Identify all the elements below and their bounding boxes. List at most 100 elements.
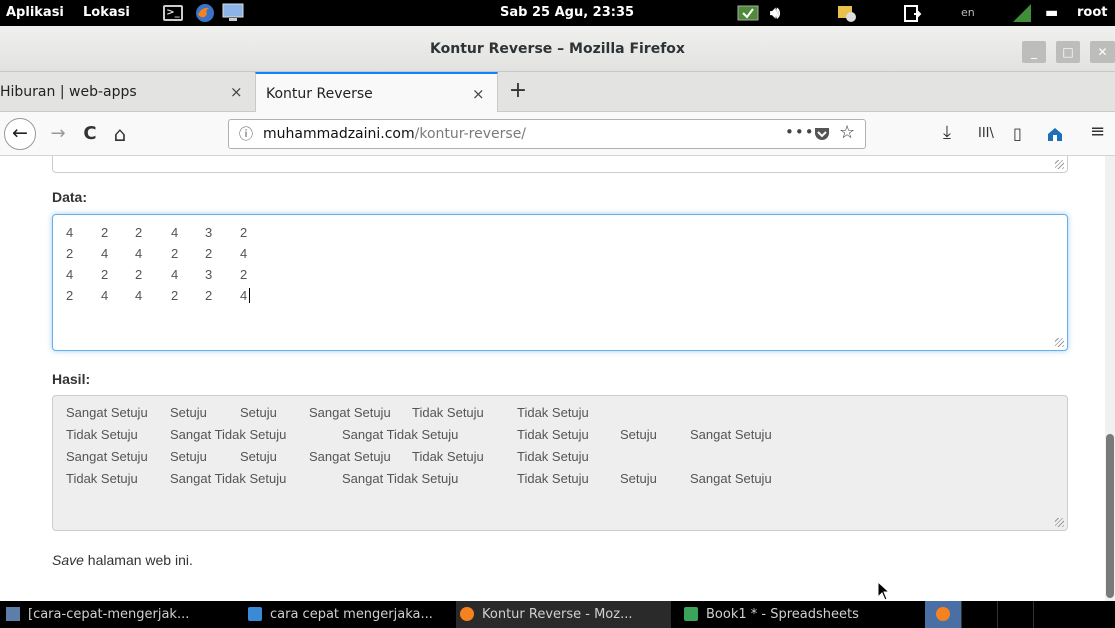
network-icon[interactable] xyxy=(737,5,759,21)
data-label: Data: xyxy=(52,189,88,205)
page-actions-button[interactable]: ••• xyxy=(785,123,815,141)
hasil-value: Setuju xyxy=(620,471,657,486)
data-value: 3 xyxy=(205,225,213,240)
signal-icon[interactable] xyxy=(1011,3,1033,23)
hasil-value: Sangat Tidak Setuju xyxy=(170,427,287,442)
data-value: 4 xyxy=(101,246,109,261)
user-name[interactable]: root xyxy=(1077,0,1108,26)
home-button[interactable]: ⌂ xyxy=(106,120,134,148)
clipboard-icon[interactable] xyxy=(902,3,922,23)
hasil-value: Sangat Setuju xyxy=(309,449,391,464)
taskbar-item-label: cara cepat mengerjaka... xyxy=(270,607,433,622)
taskbar-item-firefox[interactable]: Kontur Reverse - Moz... xyxy=(456,601,671,628)
workspace-switcher[interactable] xyxy=(925,601,961,628)
extension-icon[interactable] xyxy=(1046,125,1064,143)
close-tab-icon[interactable]: × xyxy=(472,74,485,114)
places-menu[interactable]: Lokasi xyxy=(83,0,130,26)
hasil-value: Tidak Setuju xyxy=(517,427,589,442)
applications-menu[interactable]: Aplikasi xyxy=(6,0,64,26)
close-window-button[interactable]: ✕ xyxy=(1090,41,1115,63)
url-domain: muhammadzaini.com xyxy=(263,126,415,142)
url-bar[interactable]: ⓘ muhammadzaini.com/kontur-reverse/ ••• … xyxy=(228,119,866,149)
maximize-button[interactable]: □ xyxy=(1056,41,1080,63)
hasil-label: Hasil: xyxy=(52,371,91,387)
bookmark-star-icon[interactable]: ☆ xyxy=(839,122,855,143)
data-value: 4 xyxy=(171,225,179,240)
hasil-value: Sangat Tidak Setuju xyxy=(342,427,459,442)
data-value: 2 xyxy=(66,288,74,303)
hasil-textarea[interactable]: Sangat Setuju Setuju Setuju Sangat Setuj… xyxy=(52,395,1068,531)
hasil-value: Tidak Setuju xyxy=(517,449,589,464)
taskbar-item-writer[interactable]: cara cepat mengerjaka... xyxy=(248,601,448,628)
workspace-4[interactable] xyxy=(1033,601,1069,628)
hasil-value: Sangat Setuju xyxy=(690,427,772,442)
taskbar-item-label: Kontur Reverse - Moz... xyxy=(482,607,633,622)
hamburger-menu-icon[interactable]: ≡ xyxy=(1090,121,1105,142)
back-button[interactable]: ← xyxy=(4,118,36,150)
terminal-icon[interactable]: >_ xyxy=(163,5,183,21)
data-textarea[interactable]: 4 2 2 4 3 2 2 4 4 2 2 4 4 2 2 4 3 2 2 4 … xyxy=(52,214,1068,351)
minimize-button[interactable]: _ xyxy=(1022,41,1046,63)
sidebar-icon[interactable]: ▯ xyxy=(1013,124,1022,143)
workspace-3[interactable] xyxy=(997,601,1033,628)
data-value: 2 xyxy=(205,288,213,303)
hasil-value: Sangat Setuju xyxy=(66,405,148,420)
close-tab-icon[interactable]: × xyxy=(230,72,243,112)
display-icon[interactable] xyxy=(222,3,244,23)
hasil-value: Tidak Setuju xyxy=(412,405,484,420)
tab-strip: Hiburan | web-apps × Kontur Reverse × + xyxy=(0,72,1115,113)
keyboard-layout-indicator[interactable]: en xyxy=(961,0,975,26)
tab-kontur-reverse[interactable]: Kontur Reverse × xyxy=(255,72,498,113)
previous-textarea[interactable] xyxy=(52,156,1068,173)
library-icon[interactable]: III\ xyxy=(978,126,994,141)
hasil-value: Setuju xyxy=(170,405,207,420)
hasil-value: Sangat Tidak Setuju xyxy=(342,471,459,486)
save-note-text: halaman web ini. xyxy=(83,552,193,568)
resize-grip-icon[interactable] xyxy=(1055,160,1064,169)
save-emphasis: Save xyxy=(52,552,84,568)
data-value: 2 xyxy=(171,288,179,303)
firefox-launcher-icon[interactable] xyxy=(195,3,215,23)
user-chat-icon[interactable]: ▬ xyxy=(1045,0,1058,26)
bottom-taskbar: [cara-cepat-mengerjak... cara cepat meng… xyxy=(0,601,1115,628)
tab-label: Kontur Reverse xyxy=(266,86,373,102)
hasil-value: Setuju xyxy=(240,449,277,464)
window-titlebar[interactable]: Kontur Reverse – Mozilla Firefox _ □ ✕ xyxy=(0,26,1115,72)
data-value: 2 xyxy=(205,246,213,261)
window-title: Kontur Reverse – Mozilla Firefox xyxy=(430,41,685,57)
hasil-value: Tidak Setuju xyxy=(412,449,484,464)
hasil-value: Sangat Setuju xyxy=(309,405,391,420)
taskbar-item-file-manager[interactable]: [cara-cepat-mengerjak... xyxy=(6,601,241,628)
workspace-2[interactable] xyxy=(961,601,997,628)
firefox-icon xyxy=(936,607,950,621)
downloads-icon[interactable]: ⤓ xyxy=(943,122,951,143)
resize-grip-icon[interactable] xyxy=(1055,518,1064,527)
data-value: 2 xyxy=(171,246,179,261)
spreadsheet-icon xyxy=(684,607,698,621)
folder-icon xyxy=(6,607,20,621)
tab-label: Hiburan | web-apps xyxy=(0,84,137,100)
taskbar-item-spreadsheets[interactable]: Book1 * - Spreadsheets xyxy=(684,601,884,628)
data-value: 4 xyxy=(171,267,179,282)
forward-button[interactable]: → xyxy=(44,120,72,148)
url-text[interactable]: muhammadzaini.com/kontur-reverse/ xyxy=(263,126,526,142)
scrollbar-thumb[interactable] xyxy=(1106,434,1114,598)
hasil-value: Tidak Setuju xyxy=(517,405,589,420)
updates-icon[interactable] xyxy=(836,3,858,23)
hasil-value: Sangat Setuju xyxy=(66,449,148,464)
tab-hiburan[interactable]: Hiburan | web-apps × xyxy=(0,72,255,112)
resize-grip-icon[interactable] xyxy=(1055,338,1064,347)
hasil-value: Tidak Setuju xyxy=(517,471,589,486)
page-scrollbar[interactable] xyxy=(1105,156,1115,601)
site-info-icon[interactable]: ⓘ xyxy=(239,124,253,144)
clock[interactable]: Sab 25 Agu, 23:35 xyxy=(500,0,634,26)
hasil-value: Setuju xyxy=(620,427,657,442)
top-panel: Aplikasi Lokasi >_ Sab 25 Agu, 23:35 🔊︎ … xyxy=(0,0,1115,26)
firefox-icon xyxy=(460,607,474,621)
new-tab-button[interactable]: + xyxy=(506,72,530,112)
reload-button[interactable]: C xyxy=(76,120,104,148)
data-value: 3 xyxy=(205,267,213,282)
pocket-icon[interactable] xyxy=(813,125,831,143)
navigation-toolbar: ← → C ⌂ ⓘ muhammadzaini.com/kontur-rever… xyxy=(0,112,1115,156)
volume-icon[interactable]: 🔊︎ xyxy=(770,0,780,26)
